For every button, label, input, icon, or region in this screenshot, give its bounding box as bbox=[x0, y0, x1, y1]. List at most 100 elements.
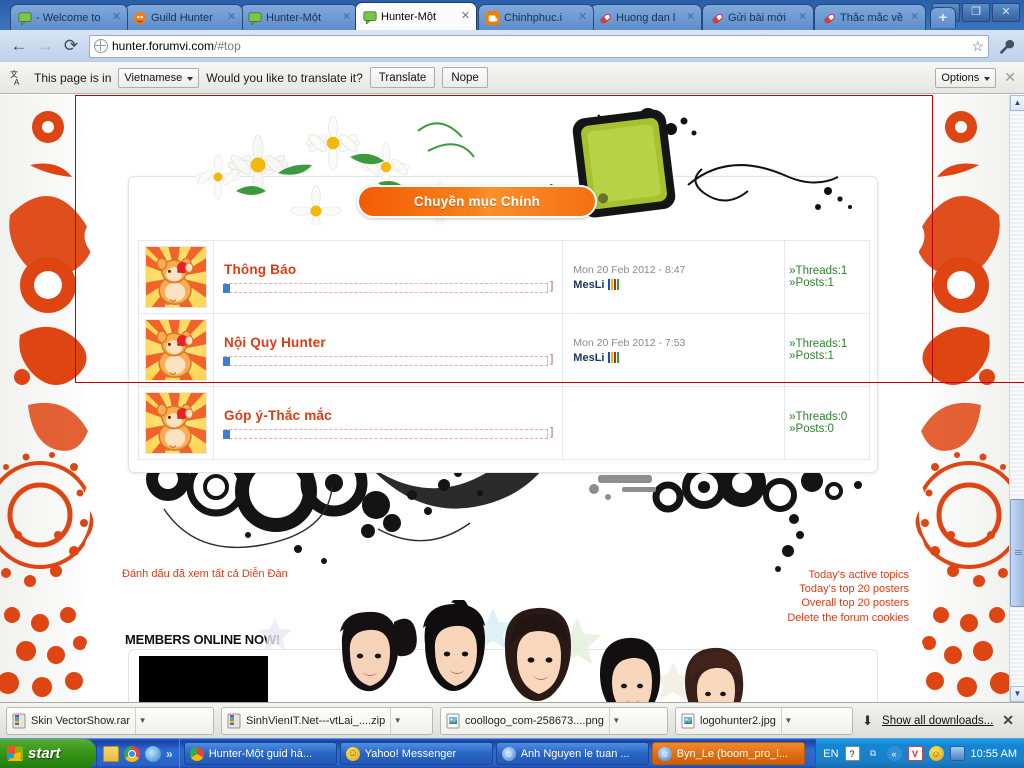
notepad-icon[interactable] bbox=[103, 745, 119, 762]
navigation-bar: ← → ⟳ hunter.forumvi.com/#top ☆ bbox=[0, 30, 1024, 62]
forum-title-link[interactable]: Nội Quy Hunter bbox=[224, 335, 552, 350]
footer-link-4[interactable]: Delete the forum cookies bbox=[787, 611, 909, 625]
taskbar-window-2[interactable]: ☺ Yahoo! Messenger bbox=[339, 742, 493, 765]
yahoo-chat-icon: ☺ bbox=[657, 746, 672, 761]
forum-description-placeholder bbox=[222, 280, 554, 293]
download-menu-caret-icon[interactable]: ▼ bbox=[135, 707, 149, 734]
yahoo-chat-icon: ☺ bbox=[501, 746, 516, 761]
page-info-icon[interactable] bbox=[94, 39, 108, 53]
tab-strip: – ❐ ✕ - Welcome to✕Guild Hunter✕Hunter-M… bbox=[0, 0, 1024, 30]
reload-icon[interactable]: ⟳ bbox=[58, 33, 84, 59]
taskbar-window-1[interactable]: Hunter-Một guid hà... bbox=[183, 742, 337, 765]
translate-icon: 文 A bbox=[8, 68, 27, 87]
browser-tab-8[interactable]: Thắc mắc về ✕ bbox=[814, 4, 926, 30]
nope-button[interactable]: Nope bbox=[442, 67, 488, 88]
download-menu-caret-icon[interactable]: ▼ bbox=[780, 707, 795, 734]
forum-info-cell: Góp ý-Thắc mắc bbox=[212, 386, 564, 460]
start-button[interactable]: start bbox=[0, 738, 96, 768]
forum-row: Góp ý-Thắc mắc »Threads:0»Posts:0 bbox=[138, 386, 870, 460]
download-shelf-close-icon[interactable]: ✕ bbox=[1002, 712, 1014, 729]
footer-link-3[interactable]: Overall top 20 posters bbox=[787, 596, 909, 610]
browser-tab-5[interactable]: Chinhphuc.i ✕ bbox=[478, 4, 594, 30]
show-hidden-icons-icon[interactable]: « bbox=[886, 746, 902, 761]
download-item[interactable]: Skin VectorShow.rar ▼ bbox=[6, 706, 214, 735]
forum-title-link[interactable]: Góp ý-Thắc mắc bbox=[224, 408, 552, 423]
browser-tab-6[interactable]: Huong dan l ✕ bbox=[590, 4, 702, 30]
forum-icon-cell bbox=[138, 313, 214, 387]
tab-close-icon[interactable]: ✕ bbox=[110, 11, 123, 24]
infobar-options-button[interactable]: Options bbox=[935, 67, 997, 88]
members-online-card bbox=[128, 649, 878, 702]
last-post-cell: Mon 20 Feb 2012 - 8:47 MesLi bbox=[562, 240, 786, 314]
internet-explorer-icon[interactable] bbox=[145, 745, 161, 762]
tab-close-icon[interactable]: ✕ bbox=[684, 11, 697, 24]
infobar-close-icon[interactable]: ✕ bbox=[1004, 69, 1016, 86]
quick-launch-bar: » bbox=[96, 738, 180, 768]
new-tab-button[interactable]: + bbox=[930, 7, 956, 28]
tab-close-icon[interactable]: ✕ bbox=[340, 11, 353, 24]
scrollbar-thumb[interactable] bbox=[1010, 499, 1024, 607]
page-scrollbar[interactable]: ▲ ▼ bbox=[1009, 95, 1024, 702]
taskbar-window-label: Hunter-Một guid hà... bbox=[208, 747, 313, 760]
taskbar-window-4[interactable]: ☺ Byn_Le (boom_pro_l... bbox=[651, 742, 805, 765]
tab-close-icon[interactable]: ✕ bbox=[459, 10, 472, 23]
yahoo-icon[interactable]: ☺ bbox=[928, 746, 944, 761]
last-post-user[interactable]: MesLi bbox=[573, 352, 774, 364]
forum-description-placeholder bbox=[222, 353, 554, 366]
restore-button[interactable]: ❐ bbox=[962, 3, 990, 22]
last-post-user[interactable]: MesLi bbox=[573, 279, 774, 291]
last-post-cell: Mon 20 Feb 2012 - 7:53 MesLi bbox=[562, 313, 786, 387]
forum-stats-cell: »Threads:0 »Posts:0 bbox=[784, 386, 870, 460]
forward-icon[interactable]: → bbox=[32, 33, 58, 59]
show-all-downloads-link[interactable]: Show all downloads... bbox=[882, 715, 993, 727]
back-icon[interactable]: ← bbox=[6, 33, 32, 59]
footer-link-2[interactable]: Today's top 20 posters bbox=[787, 582, 909, 596]
screen: – ❐ ✕ - Welcome to✕Guild Hunter✕Hunter-M… bbox=[0, 0, 1024, 768]
language-indicator[interactable]: EN bbox=[823, 748, 838, 760]
download-menu-caret-icon[interactable]: ▼ bbox=[390, 707, 404, 734]
address-bar[interactable]: hunter.forumvi.com/#top ☆ bbox=[89, 34, 989, 58]
download-item[interactable]: SinhVienIT.Net---vtLai_....zip ▼ bbox=[221, 706, 433, 735]
browser-tab-1[interactable]: - Welcome to ✕ bbox=[10, 4, 128, 30]
posts-count: »Posts:1 bbox=[789, 350, 834, 362]
tab-close-icon[interactable]: ✕ bbox=[576, 11, 589, 24]
browser-tab-3[interactable]: Hunter-Một ✕ bbox=[240, 4, 358, 30]
download-filename: SinhVienIT.Net---vtLai_....zip bbox=[246, 714, 386, 727]
forum-info-cell: Thông Báo bbox=[212, 240, 564, 314]
download-filename: logohunter2.jpg bbox=[700, 714, 776, 727]
tray-toolbar-icon[interactable]: ⧉ bbox=[866, 746, 881, 761]
url-path: /#top bbox=[214, 39, 241, 53]
network-icon[interactable] bbox=[949, 746, 965, 761]
download-item[interactable]: coollogo_com-258673....png ▼ bbox=[440, 706, 668, 735]
language-select[interactable]: Vietnamese bbox=[118, 67, 200, 88]
browser-tab-4[interactable]: Hunter-Một ✕ bbox=[355, 2, 477, 30]
category-title-button[interactable]: Chuyền mục Chính bbox=[357, 185, 597, 218]
tab-close-icon[interactable]: ✕ bbox=[796, 11, 809, 24]
browser-tab-7[interactable]: Gửi bài mới ✕ bbox=[702, 4, 814, 30]
browser-chrome: – ❐ ✕ - Welcome to✕Guild Hunter✕Hunter-M… bbox=[0, 0, 1024, 94]
threads-count: »Threads:1 bbox=[789, 265, 848, 277]
clock[interactable]: 10:55 AM bbox=[971, 748, 1017, 760]
quick-launch-overflow-icon[interactable]: » bbox=[166, 747, 173, 761]
user-rank-badge-icon bbox=[608, 279, 621, 290]
help-icon[interactable]: ? bbox=[844, 746, 860, 761]
tab-close-icon[interactable]: ✕ bbox=[225, 11, 238, 24]
close-window-button[interactable]: ✕ bbox=[992, 3, 1020, 22]
scroll-up-button[interactable]: ▲ bbox=[1010, 95, 1024, 111]
avg-icon[interactable]: V bbox=[907, 746, 923, 761]
forum-title-link[interactable]: Thông Báo bbox=[224, 262, 552, 277]
taskbar-window-list: Hunter-Một guid hà... ☺ Yahoo! Messenger ☺ A… bbox=[180, 742, 816, 765]
posts-count: »Posts:0 bbox=[789, 423, 834, 435]
capsule-icon bbox=[597, 10, 612, 25]
tab-close-icon[interactable]: ✕ bbox=[908, 11, 921, 24]
infobar-prefix-text: This page is in bbox=[34, 70, 112, 85]
wrench-menu-icon[interactable] bbox=[994, 34, 1018, 58]
download-item[interactable]: logohunter2.jpg ▼ bbox=[675, 706, 853, 735]
download-menu-caret-icon[interactable]: ▼ bbox=[608, 707, 623, 734]
chrome-icon[interactable] bbox=[124, 745, 140, 762]
translate-button[interactable]: Translate bbox=[369, 67, 436, 88]
scroll-down-button[interactable]: ▼ bbox=[1010, 686, 1024, 702]
bookmark-star-icon[interactable]: ☆ bbox=[971, 38, 984, 55]
browser-tab-2[interactable]: Guild Hunter ✕ bbox=[125, 4, 243, 30]
taskbar-window-3[interactable]: ☺ Anh Nguyen le tuan ... bbox=[495, 742, 649, 765]
